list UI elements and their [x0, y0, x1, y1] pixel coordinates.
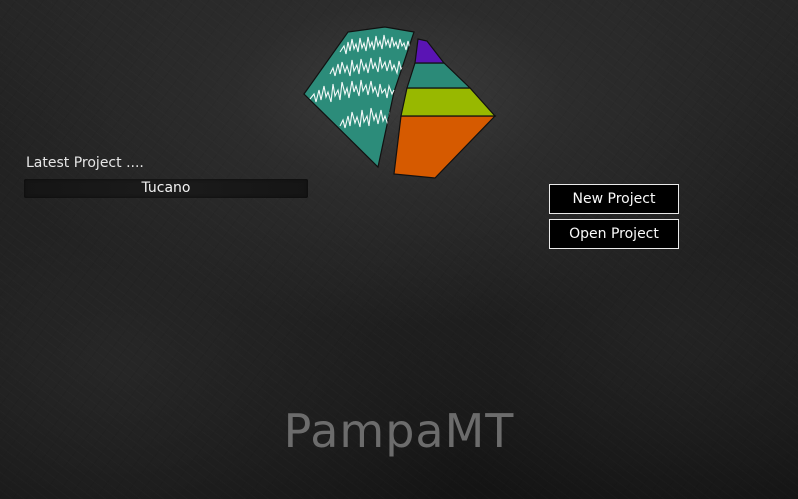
- app-title: PampaMT: [283, 404, 515, 458]
- new-project-button[interactable]: New Project: [549, 184, 679, 214]
- open-project-button[interactable]: Open Project: [549, 219, 679, 249]
- pampamt-logo-icon: [303, 26, 497, 179]
- latest-project-label: Latest Project ....: [26, 155, 144, 171]
- latest-project-item[interactable]: Tucano: [24, 179, 308, 198]
